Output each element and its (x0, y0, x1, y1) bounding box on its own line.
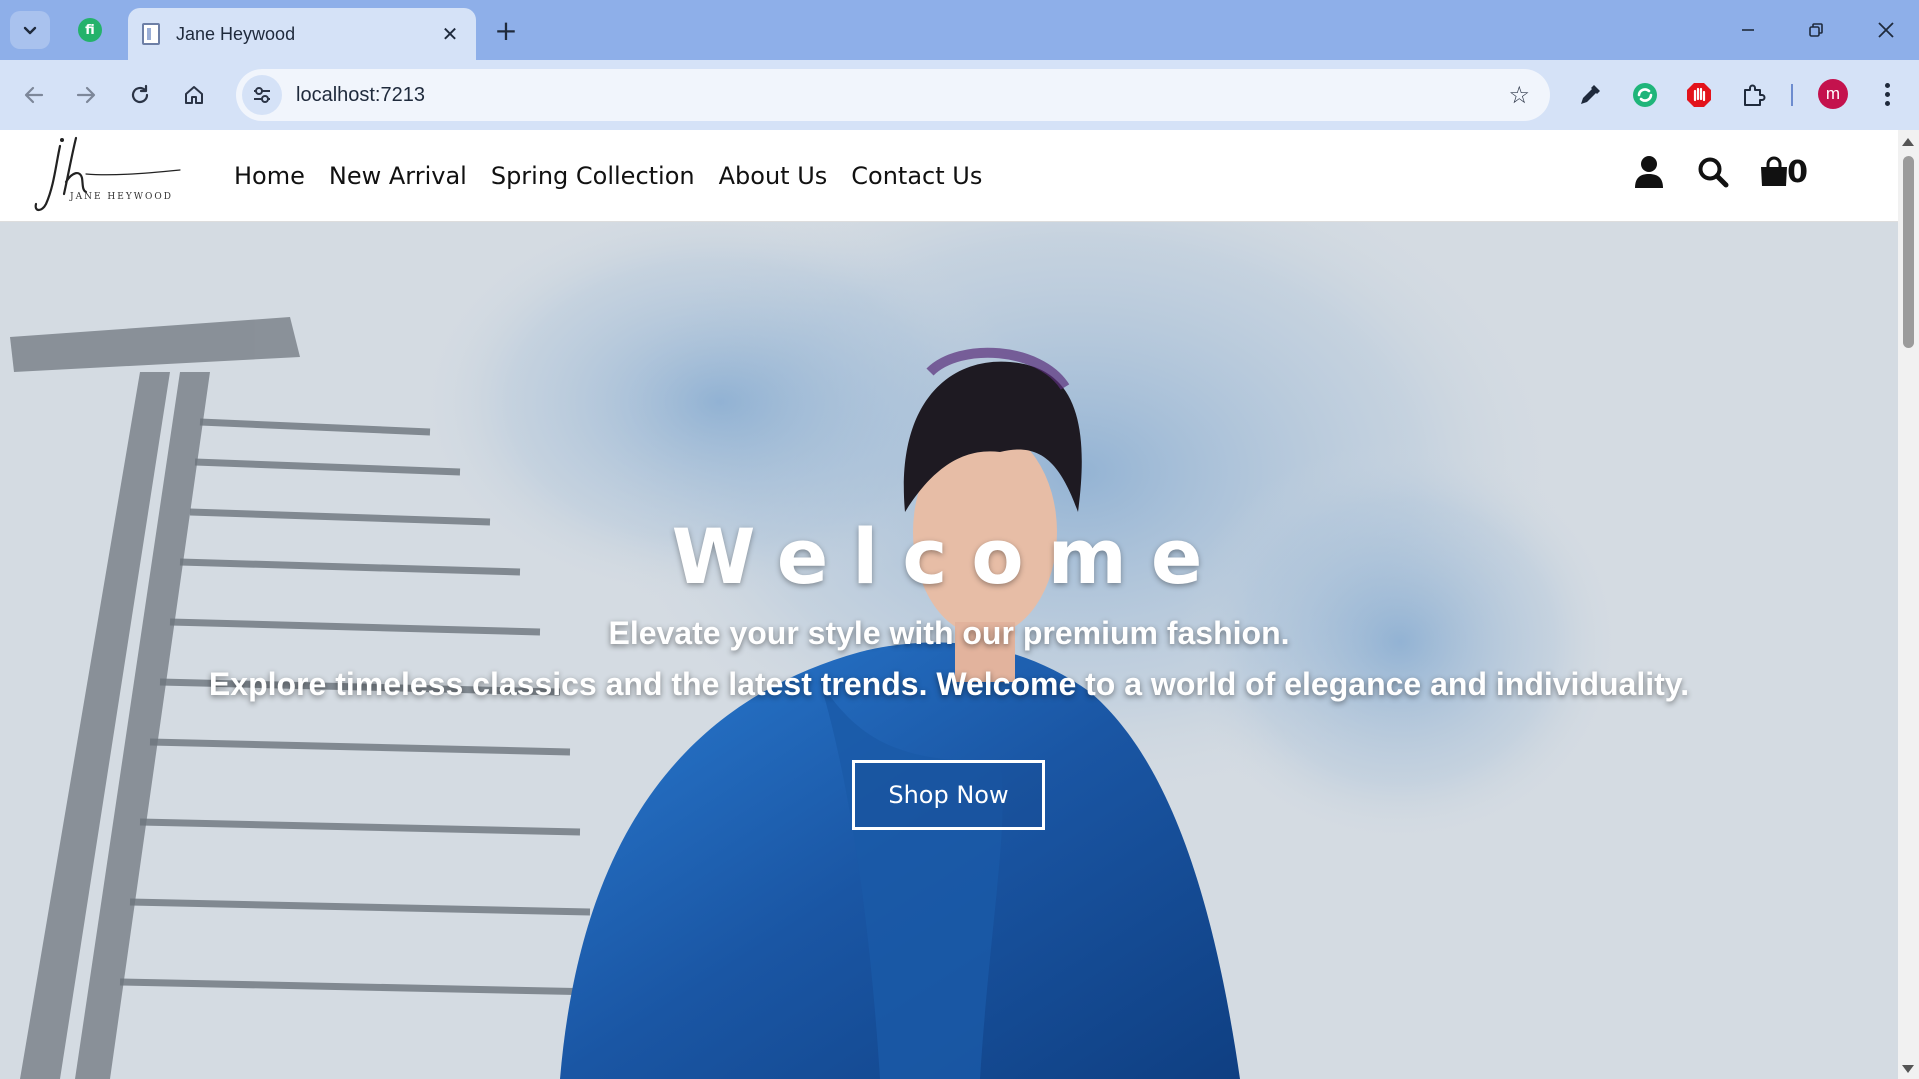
back-button[interactable] (14, 75, 54, 115)
stop-hand-icon (1687, 83, 1711, 107)
minimize-button[interactable] (1728, 10, 1768, 50)
sync-icon (1633, 83, 1657, 107)
shop-now-button[interactable]: Shop Now (852, 760, 1045, 830)
home-button[interactable] (174, 75, 214, 115)
hero-title: Welcome (671, 512, 1227, 601)
bookmark-star-icon[interactable]: ☆ (1508, 81, 1530, 109)
pinned-tab-favicon-icon: fi (78, 18, 102, 42)
site-header: JANE HEYWOOD Home New Arrival Spring Col… (0, 130, 1898, 222)
browser-tabstrip: fi Jane Heywood ✕ + (0, 0, 1919, 60)
home-icon (185, 86, 203, 104)
tune-icon (254, 87, 270, 103)
hero-subtitle-line2: Explore timeless classics and the latest… (208, 666, 1690, 702)
cart-button[interactable]: 0 (1759, 155, 1808, 190)
close-icon (1878, 22, 1894, 38)
restore-button[interactable] (1796, 10, 1836, 50)
eyedropper-icon (1581, 85, 1600, 104)
nav-home[interactable]: Home (234, 162, 305, 190)
scroll-down-arrow-icon[interactable] (1902, 1065, 1914, 1073)
extension-sync-button[interactable] (1628, 78, 1662, 112)
cart-count: 0 (1787, 154, 1808, 190)
page-viewport: JANE HEYWOOD Home New Arrival Spring Col… (0, 130, 1919, 1079)
profile-avatar[interactable]: m (1818, 79, 1848, 109)
site-info-button[interactable] (242, 75, 282, 115)
forward-button[interactable] (66, 75, 106, 115)
scroll-thumb[interactable] (1903, 156, 1914, 348)
extension-block-button[interactable] (1682, 78, 1716, 112)
nav-new-arrival[interactable]: New Arrival (329, 162, 467, 190)
logo-wordmark: JANE HEYWOOD (70, 192, 173, 202)
search-button[interactable] (1695, 154, 1731, 190)
arrow-left-icon (24, 86, 44, 104)
pinned-tab[interactable]: fi (72, 14, 108, 46)
hero-subtitle-line1: Elevate your style with our premium fash… (608, 615, 1290, 651)
jh-monogram-logo (34, 136, 181, 212)
scroll-up-arrow-icon[interactable] (1902, 138, 1914, 146)
address-bar[interactable]: localhost:7213 ☆ (236, 69, 1550, 121)
nav-contact-us[interactable]: Contact Us (851, 162, 982, 190)
arrow-right-icon (76, 86, 96, 104)
toolbar-separator (1791, 84, 1793, 106)
site-logo[interactable]: JANE HEYWOOD (30, 134, 185, 218)
nav-spring-collection[interactable]: Spring Collection (491, 162, 695, 190)
browser-toolbar: localhost:7213 ☆ (0, 60, 1919, 130)
minimize-icon (1742, 29, 1754, 31)
extension-eyedropper-button[interactable] (1573, 78, 1607, 112)
page-favicon-icon (142, 23, 160, 45)
account-button[interactable] (1631, 154, 1667, 190)
puzzle-icon (1744, 84, 1766, 106)
shopping-bag-icon (1761, 156, 1788, 186)
user-icon (1635, 156, 1664, 188)
nav-about-us[interactable]: About Us (719, 162, 828, 190)
header-icons: 0 (1631, 154, 1808, 190)
tab-close-icon[interactable]: ✕ (438, 22, 462, 47)
browser-menu-icon[interactable] (1870, 76, 1904, 112)
chevron-down-icon (23, 26, 37, 35)
reload-button[interactable] (120, 75, 160, 115)
page-scrollbar[interactable] (1898, 130, 1919, 1079)
extensions-button[interactable] (1736, 78, 1770, 112)
tab-title: Jane Heywood (176, 23, 296, 44)
search-icon (1698, 157, 1729, 188)
active-tab[interactable]: Jane Heywood ✕ (128, 8, 476, 60)
new-tab-button[interactable]: + (490, 14, 522, 47)
hero-banner: Welcome Elevate your style with our prem… (0, 222, 1898, 1079)
main-nav: Home New Arrival Spring Collection About… (234, 162, 1006, 190)
restore-icon (1809, 23, 1823, 37)
close-window-button[interactable] (1866, 10, 1906, 50)
reload-icon (131, 84, 149, 104)
url-text[interactable]: localhost:7213 (296, 84, 1508, 107)
tab-search-button[interactable] (10, 11, 50, 49)
